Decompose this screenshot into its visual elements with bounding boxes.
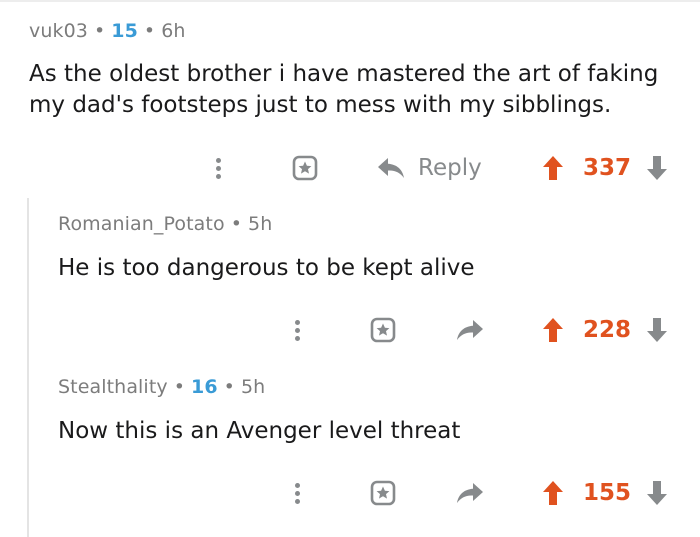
downvote-button[interactable] (646, 148, 668, 188)
separator-dot: • (173, 376, 186, 398)
username[interactable]: Romanian_Potato (58, 213, 225, 235)
comment-age: 6h (161, 20, 186, 42)
comment-action-bar: 228 (0, 310, 700, 350)
comment-text-line: Now this is an Avenger level threat (58, 418, 461, 444)
vote-count: 337 (583, 155, 632, 181)
vote-count: 155 (583, 480, 632, 506)
upvote-arrow-icon (543, 156, 563, 180)
username[interactable]: vuk03 (29, 20, 88, 42)
award-icon[interactable] (291, 148, 319, 188)
top-divider (0, 0, 700, 2)
comment-meta: Stealthality • 16 • 5h (58, 376, 265, 398)
comment-text-line: As the oldest brother i have mastered th… (29, 61, 659, 87)
award-icon[interactable] (369, 473, 397, 513)
separator-dot: • (93, 20, 106, 42)
upvote-arrow-icon (543, 318, 563, 342)
comment-meta: Romanian_Potato • 5h (58, 213, 272, 235)
downvote-arrow-icon (647, 156, 667, 180)
upvote-button[interactable] (542, 148, 564, 188)
more-options-icon[interactable] (294, 310, 300, 350)
vote-count: 228 (583, 317, 632, 343)
comment-action-bar: Reply 337 (0, 148, 700, 188)
user-flair: 15 (111, 20, 138, 42)
comment-body: Now this is an Avenger level threat (58, 416, 688, 447)
comment-age: 5h (240, 376, 266, 398)
more-options-icon[interactable] (294, 473, 300, 513)
downvote-arrow-icon (647, 318, 667, 342)
reply-arrow-icon (378, 158, 404, 178)
comment-body: He is too dangerous to be kept alive (58, 253, 688, 284)
award-icon[interactable] (369, 310, 397, 350)
upvote-button[interactable] (542, 310, 564, 350)
comment-text-line: He is too dangerous to be kept alive (58, 255, 475, 281)
downvote-button[interactable] (646, 310, 668, 350)
comment-age: 5h (248, 213, 273, 235)
reply-button[interactable] (455, 473, 485, 513)
comment-text-line: my dad's footsteps just to mess with my … (29, 92, 612, 118)
comment-meta: vuk03 • 15 • 6h (29, 20, 186, 42)
comment-action-bar: 155 (0, 473, 700, 513)
upvote-button[interactable] (542, 473, 564, 513)
reply-label: Reply (418, 155, 482, 181)
reply-arrow-icon (457, 320, 483, 340)
reply-button[interactable]: Reply (376, 148, 482, 188)
username[interactable]: Stealthality (58, 376, 168, 398)
reply-arrow-icon (457, 483, 483, 503)
downvote-arrow-icon (647, 481, 667, 505)
separator-dot: • (230, 213, 243, 235)
comment-body: As the oldest brother i have mastered th… (29, 59, 689, 121)
downvote-button[interactable] (646, 473, 668, 513)
user-flair: 16 (191, 376, 218, 398)
separator-dot: • (143, 20, 156, 42)
upvote-arrow-icon (543, 481, 563, 505)
reply-button[interactable] (455, 310, 485, 350)
separator-dot: • (223, 376, 235, 398)
more-options-icon[interactable] (215, 148, 221, 188)
